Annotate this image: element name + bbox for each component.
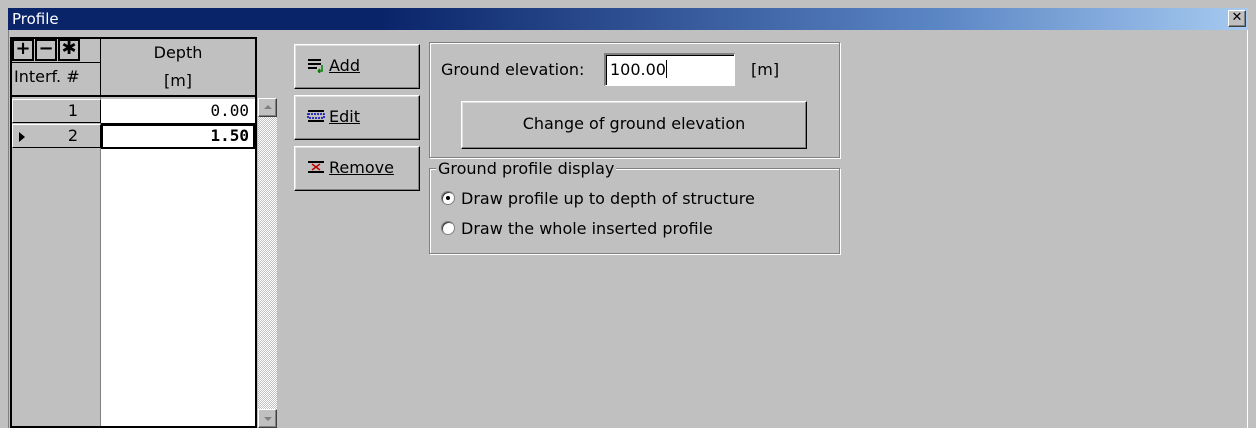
index-column [12, 39, 101, 426]
select-all-icon[interactable]: ✱ [58, 39, 80, 61]
ground-elevation-value: 100.00 [610, 60, 666, 79]
change-ground-elevation-label: Change of ground elevation [522, 114, 746, 133]
scroll-up-button[interactable] [258, 98, 277, 117]
depth-header-unit: [m] [163, 71, 193, 90]
row-index[interactable]: 1 [12, 99, 101, 123]
radio-label: Draw the whole inserted profile [461, 219, 713, 238]
edit-list-icon [307, 110, 325, 122]
add-button-label: Add [329, 56, 360, 75]
column-header-interface: Interf. # [12, 63, 101, 97]
vertical-scrollbar[interactable] [258, 98, 277, 428]
column-header-depth: Depth [m] [101, 39, 255, 97]
radio-unchecked-icon[interactable] [441, 221, 455, 235]
edit-button[interactable]: Edit [294, 95, 420, 140]
group-legend: Ground profile display [436, 159, 617, 178]
add-button[interactable]: Add [294, 44, 420, 89]
depth-cell[interactable]: 0.00 [101, 99, 255, 124]
close-button[interactable]: ✕ [1228, 10, 1246, 27]
add-list-icon [308, 59, 323, 73]
ground-elevation-unit: [m] [751, 60, 780, 79]
grid-toolbar: + − ✱ [12, 39, 101, 63]
change-ground-elevation-button[interactable]: Change of ground elevation [461, 101, 807, 149]
arrow-up-icon [264, 105, 272, 109]
add-row-icon[interactable]: + [12, 39, 34, 61]
remove-button[interactable]: Remove [294, 146, 420, 191]
radio-label: Draw profile up to depth of structure [461, 189, 755, 208]
row-index-label: 2 [67, 126, 78, 145]
ground-elevation-input[interactable]: 100.00 [604, 53, 735, 86]
scroll-down-button[interactable] [258, 409, 277, 428]
current-row-icon [19, 132, 25, 142]
ground-profile-display-group: Ground profile display [429, 159, 840, 254]
title-bar: Profile ✕ [8, 8, 1248, 30]
depth-header-label: Depth [153, 43, 203, 62]
ground-elevation-label: Ground elevation: [441, 60, 585, 79]
row-index[interactable]: 2 [12, 124, 101, 148]
remove-button-label: Remove [329, 158, 394, 177]
text-caret [665, 60, 667, 78]
edit-button-label: Edit [329, 107, 360, 126]
arrow-down-icon [264, 417, 272, 421]
remove-list-icon [308, 161, 324, 173]
table-row[interactable]: 1 0.00 [12, 99, 255, 124]
window-title: Profile [12, 10, 59, 28]
depth-cell[interactable]: 1.50 [101, 124, 255, 149]
interfaces-grid: + − ✱ Interf. # Depth [m] 1 0.00 2 1.50 [10, 37, 257, 428]
table-row[interactable]: 2 1.50 [12, 124, 255, 149]
radio-checked-icon[interactable] [441, 191, 455, 205]
remove-row-icon[interactable]: − [35, 39, 57, 61]
